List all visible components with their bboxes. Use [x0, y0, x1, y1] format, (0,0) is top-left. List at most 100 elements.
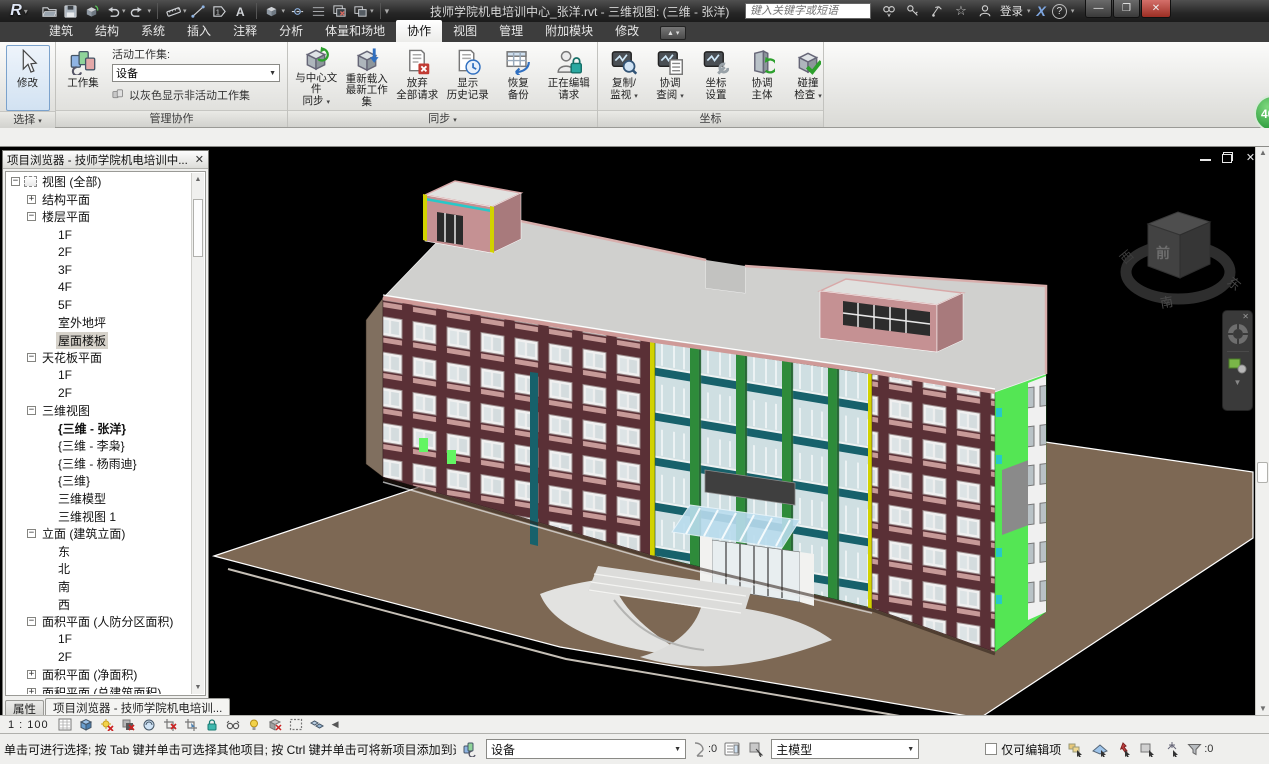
- tab-修改[interactable]: 修改: [604, 20, 650, 42]
- sun-path-icon[interactable]: [99, 717, 116, 732]
- zoom-tool-icon[interactable]: [1227, 356, 1249, 376]
- shadows-icon[interactable]: [120, 717, 137, 732]
- select-links-toggle-icon[interactable]: [1067, 740, 1085, 758]
- close-button[interactable]: ✕: [1141, 0, 1171, 18]
- ribbon-button-relinquish[interactable]: 放弃全部请求: [393, 45, 442, 109]
- tree-item-面积平面 (人防分区面积)[interactable]: −面积平面 (人防分区面积): [7, 613, 191, 631]
- tree-toggle-icon[interactable]: −: [27, 212, 36, 221]
- view-close-button[interactable]: ✕: [1244, 151, 1255, 164]
- navbar-more-icon[interactable]: ▼: [1234, 378, 1242, 387]
- tree-item-屋面楼板[interactable]: 屋面楼板: [7, 331, 191, 349]
- tab-视图[interactable]: 视图: [442, 20, 488, 42]
- editable-only-box[interactable]: [985, 743, 997, 755]
- tab-建筑[interactable]: 建筑: [38, 20, 84, 42]
- editing-requests-indicator[interactable]: :0: [692, 741, 717, 757]
- design-option-select[interactable]: 主模型▼: [771, 739, 919, 759]
- tab-插入[interactable]: 插入: [176, 20, 222, 42]
- tree-item-南[interactable]: 南: [7, 578, 191, 596]
- restore-button[interactable]: ❐: [1113, 0, 1140, 18]
- temporary-view-properties-icon[interactable]: [288, 717, 305, 732]
- tree-item-2F[interactable]: 2F: [7, 243, 191, 261]
- viewcube[interactable]: 前 南 东 西: [1117, 212, 1244, 311]
- tree-item-三维视图 1[interactable]: 三维视图 1: [7, 507, 191, 525]
- thin-lines-icon[interactable]: [309, 2, 327, 20]
- switch-windows-dropdown-icon[interactable]: ▾: [370, 7, 374, 15]
- tree-item-面积平面 (净面积)[interactable]: +面积平面 (净面积): [7, 666, 191, 684]
- favorites-star-icon[interactable]: ☆: [952, 2, 970, 20]
- project-browser-title[interactable]: 项目浏览器 - 技师学院机电培训中... ✕: [3, 151, 208, 169]
- switch-windows-icon[interactable]: [351, 2, 369, 20]
- crop-view-icon[interactable]: [162, 717, 179, 732]
- tree-item-1F[interactable]: 1F: [7, 367, 191, 385]
- tree-toggle-icon[interactable]: +: [27, 670, 36, 679]
- section-icon[interactable]: [288, 2, 306, 20]
- visual-style-icon[interactable]: [78, 717, 95, 732]
- project-browser-close-icon[interactable]: ✕: [195, 153, 204, 166]
- revit-app-menu[interactable]: R▾: [2, 0, 36, 22]
- drag-elements-toggle-icon[interactable]: [1163, 740, 1181, 758]
- tag-icon[interactable]: 1: [211, 2, 229, 20]
- ribbon-button-interference-check[interactable]: 碰撞检查 ▾: [786, 45, 830, 109]
- detail-level-icon[interactable]: [57, 717, 74, 732]
- infocenter-search-input[interactable]: [745, 3, 871, 19]
- tree-toggle-icon[interactable]: −: [11, 177, 20, 186]
- worksharing-display-icon[interactable]: [267, 717, 284, 732]
- editable-only-checkbox[interactable]: 仅可编辑项: [985, 741, 1061, 758]
- tab-系统[interactable]: 系统: [130, 20, 176, 42]
- tab-体量和场地[interactable]: 体量和场地: [314, 20, 396, 42]
- browser-scrollbar-thumb[interactable]: [193, 199, 203, 257]
- tree-item-结构平面[interactable]: +结构平面: [7, 191, 191, 209]
- help-dropdown-icon[interactable]: ▾: [1071, 7, 1075, 15]
- tree-toggle-icon[interactable]: −: [27, 406, 36, 415]
- selection-filter[interactable]: :0: [1187, 742, 1213, 757]
- select-by-face-toggle-icon[interactable]: [1139, 740, 1157, 758]
- scrollbar-thumb[interactable]: [1257, 462, 1268, 483]
- tree-toggle-icon[interactable]: −: [27, 353, 36, 362]
- save-icon[interactable]: [61, 2, 79, 20]
- user-icon[interactable]: [976, 2, 994, 20]
- redo-icon[interactable]: [129, 2, 147, 20]
- active-workset-select[interactable]: 设备▼: [112, 64, 280, 82]
- panel-sync-footer[interactable]: 同步 ▾: [288, 110, 597, 127]
- measure-icon[interactable]: [164, 2, 182, 20]
- help-icon[interactable]: ?: [1052, 4, 1067, 19]
- view-vertical-scrollbar[interactable]: ▲ ▼: [1255, 147, 1269, 715]
- viewcube-south-label[interactable]: 南: [1159, 294, 1174, 311]
- tab-结构[interactable]: 结构: [84, 20, 130, 42]
- view-lock-icon[interactable]: [204, 717, 221, 732]
- ribbon-button-coordination-review[interactable]: 协调查阅 ▾: [648, 45, 692, 109]
- reveal-hidden-elements-icon[interactable]: [246, 717, 263, 732]
- browser-scroll-up-icon[interactable]: ▲: [193, 174, 203, 185]
- close-hidden-windows-icon[interactable]: [330, 2, 348, 20]
- view-minimize-button[interactable]: [1200, 151, 1211, 161]
- steering-wheel-icon[interactable]: [1225, 321, 1251, 347]
- design-options-dialog-icon[interactable]: [723, 740, 741, 758]
- panel-select-footer[interactable]: 选择 ▾: [0, 111, 55, 128]
- tree-item-北[interactable]: 北: [7, 560, 191, 578]
- modify-button[interactable]: 修改: [6, 45, 50, 111]
- tree-item-三维模型[interactable]: 三维模型: [7, 490, 191, 508]
- tree-toggle-icon[interactable]: +: [27, 688, 36, 694]
- tree-item-三维视图[interactable]: −三维视图: [7, 402, 191, 420]
- ribbon-button-history[interactable]: 显示历史记录: [444, 45, 493, 109]
- tree-item-室外地坪[interactable]: 室外地坪: [7, 314, 191, 332]
- ribbon-button-editing-requests[interactable]: 正在编辑请求: [545, 45, 594, 109]
- tree-item-楼层平面[interactable]: −楼层平面: [7, 208, 191, 226]
- ribbon-collapse-button[interactable]: ▲ ▾: [660, 26, 686, 40]
- temporary-hide-isolate-icon[interactable]: [225, 717, 242, 732]
- tree-item-立面 (建筑立面)[interactable]: −立面 (建筑立面): [7, 525, 191, 543]
- tree-toggle-icon[interactable]: −: [27, 529, 36, 538]
- minimize-button[interactable]: —: [1085, 0, 1112, 18]
- ribbon-button-restore-backup[interactable]: 恢复备份: [494, 45, 543, 109]
- view3d-dropdown-icon[interactable]: ▾: [282, 7, 286, 15]
- tree-item-面积平面 (总建筑面积)[interactable]: +面积平面 (总建筑面积): [7, 683, 191, 694]
- text-icon[interactable]: A: [232, 2, 250, 20]
- tree-item-1F[interactable]: 1F: [7, 226, 191, 244]
- exchange-apps-icon[interactable]: X: [1037, 3, 1046, 19]
- scroll-down-icon[interactable]: ▼: [1258, 704, 1268, 714]
- select-pinned-toggle-icon[interactable]: [1115, 740, 1133, 758]
- ribbon-button-sync-central[interactable]: 与中心文件同步 ▾: [292, 45, 341, 109]
- tab-附加模块[interactable]: 附加模块: [534, 20, 604, 42]
- tree-item-3F[interactable]: 3F: [7, 261, 191, 279]
- tree-item-视图 (全部)[interactable]: −视图 (全部): [7, 173, 191, 191]
